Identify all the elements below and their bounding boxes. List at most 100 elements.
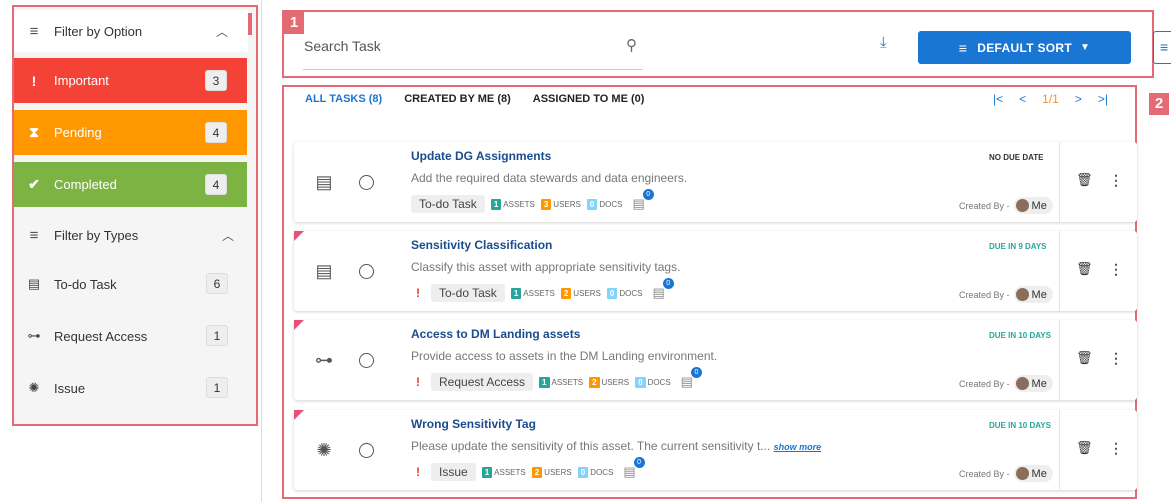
created-by: Created By - Me: [959, 286, 1053, 303]
option-important[interactable]: ! Important 3: [14, 58, 247, 103]
type-request-access[interactable]: ⊶ Request Access 1: [14, 310, 248, 362]
list-icon: ▤: [315, 261, 333, 281]
task-type-chip: Issue: [431, 463, 476, 481]
assets-count: 1 ASSETS: [539, 376, 584, 388]
creator-name: Me: [1031, 288, 1047, 301]
assets-number: 1: [481, 466, 493, 478]
filter-icon: ≡: [29, 226, 39, 244]
count-badge: 4: [205, 174, 227, 195]
task-meta: ! Issue 1 ASSETS 2 USERS 0 DOCS ▤ 0: [411, 457, 645, 481]
show-more-link[interactable]: show more: [774, 442, 822, 452]
task-description: Provide access to assets in the DM Landi…: [411, 349, 718, 363]
delete-icon[interactable]: 🗑: [1076, 261, 1093, 277]
divider: [1059, 231, 1060, 311]
assets-label: ASSETS: [551, 377, 584, 387]
chevron-up-icon[interactable]: ︿: [222, 227, 234, 244]
tab-created-by-me[interactable]: CREATED BY ME (8): [404, 93, 511, 105]
key-icon: ⊶: [315, 350, 333, 370]
created-by: Created By - Me: [959, 197, 1053, 214]
type-label: To-do Task: [54, 276, 117, 292]
chevron-up-icon[interactable]: ︿: [216, 23, 228, 40]
last-page-icon[interactable]: >|: [1098, 92, 1108, 106]
task-title[interactable]: Sensitivity Classification: [411, 238, 552, 252]
assets-label: ASSETS: [523, 288, 555, 298]
search-input[interactable]: Search Task: [304, 38, 381, 54]
divider: [1059, 410, 1060, 490]
comments-count: 0: [633, 457, 645, 468]
type-label: Request Access: [54, 328, 148, 344]
type-label: Issue: [54, 380, 86, 396]
filter-by-types-header[interactable]: ≡ Filter by Types ︿: [14, 214, 248, 256]
users-label: USERS: [544, 467, 572, 477]
comments-icon[interactable]: ▤ 0: [623, 457, 645, 480]
task-title[interactable]: Wrong Sensitivity Tag: [411, 417, 536, 431]
task-card[interactable]: ✺ Wrong Sensitivity Tag Please update th…: [294, 410, 1137, 490]
important-icon: !: [416, 286, 420, 300]
avatar: [1015, 288, 1029, 301]
check-circle-icon: ✔: [28, 176, 40, 192]
task-meta: To-do Task 1 ASSETS 3 USERS 0 DOCS ▤ 0: [411, 189, 654, 213]
filter-by-option-header[interactable]: ≡ Filter by Option ︿: [14, 10, 248, 52]
type-todo-task[interactable]: ▤ To-do Task 6: [14, 258, 248, 310]
creator-chip: Me: [1013, 197, 1053, 214]
assets-number: 1: [539, 376, 550, 388]
created-by: Created By - Me: [959, 375, 1053, 392]
delete-icon[interactable]: 🗑: [1076, 172, 1093, 188]
users-label: USERS: [573, 288, 601, 298]
search-field[interactable]: Search Task ⚲: [303, 30, 643, 70]
option-completed[interactable]: ✔ Completed 4: [14, 162, 247, 207]
created-by-label: Created By -: [959, 378, 1010, 389]
comments-icon[interactable]: ▤ 0: [632, 189, 654, 212]
assets-label: ASSETS: [494, 467, 526, 477]
docs-label: DOCS: [647, 377, 671, 387]
option-pending[interactable]: ⧗ Pending 4: [14, 110, 247, 155]
important-icon: !: [416, 375, 420, 389]
complete-checkbox[interactable]: [359, 353, 374, 368]
divider: [1059, 320, 1060, 400]
comments-icon[interactable]: ▤ 0: [652, 278, 674, 301]
task-title[interactable]: Access to DM Landing assets: [411, 327, 580, 341]
avatar: [1015, 467, 1029, 480]
tab-assigned-to-me[interactable]: ASSIGNED TO ME (0): [533, 93, 645, 105]
task-title[interactable]: Update DG Assignments: [411, 149, 551, 163]
comments-count: 0: [662, 278, 674, 289]
comments-count: 0: [642, 189, 654, 200]
tab-all-tasks[interactable]: ALL TASKS (8): [305, 93, 382, 105]
more-options-icon[interactable]: ⋮: [1109, 261, 1123, 278]
complete-checkbox[interactable]: [359, 264, 374, 279]
docs-label: DOCS: [619, 288, 643, 298]
more-options-icon[interactable]: ⋮: [1109, 440, 1123, 457]
docs-count: 0 DOCS: [606, 287, 643, 299]
delete-icon[interactable]: 🗑: [1076, 440, 1093, 456]
more-options-icon[interactable]: ⋮: [1109, 172, 1123, 189]
list-icon: ▤: [315, 172, 333, 192]
default-sort-button[interactable]: ≡ DEFAULT SORT ▼: [918, 31, 1131, 64]
callout-2: 2: [1149, 93, 1169, 115]
docs-label: DOCS: [590, 467, 614, 477]
prev-page-icon[interactable]: <: [1019, 92, 1026, 106]
search-icon[interactable]: ⚲: [626, 36, 637, 54]
callout-1: 1: [284, 12, 304, 34]
sidebar: 3 ≡ Filter by Option ︿ ! Important 3 ⧗ P…: [0, 0, 262, 502]
list-view-button[interactable]: ≡: [1153, 31, 1171, 64]
complete-checkbox[interactable]: [359, 443, 374, 458]
download-icon[interactable]: ⤓: [880, 34, 887, 51]
caret-down-icon: ▼: [1080, 42, 1091, 53]
task-card[interactable]: ▤ Update DG Assignments Add the required…: [294, 142, 1137, 222]
more-options-icon[interactable]: ⋮: [1109, 350, 1123, 367]
first-page-icon[interactable]: |<: [993, 92, 1003, 106]
delete-icon[interactable]: 🗑: [1076, 350, 1093, 366]
type-issue[interactable]: ✺ Issue 1: [14, 362, 248, 414]
task-type-chip: To-do Task: [411, 195, 485, 213]
assets-number: 1: [510, 287, 522, 299]
complete-checkbox[interactable]: [359, 175, 374, 190]
created-by-label: Created By -: [959, 289, 1010, 300]
task-card[interactable]: ▤ Sensitivity Classification Classify th…: [294, 231, 1137, 311]
comments-icon[interactable]: ▤ 0: [681, 367, 702, 390]
creator-name: Me: [1031, 467, 1047, 480]
docs-number: 0: [586, 198, 598, 210]
next-page-icon[interactable]: >: [1075, 92, 1082, 106]
flag-corner: [294, 410, 304, 420]
task-card[interactable]: ⊶ Access to DM Landing assets Provide ac…: [294, 320, 1137, 400]
docs-label: DOCS: [599, 199, 623, 209]
